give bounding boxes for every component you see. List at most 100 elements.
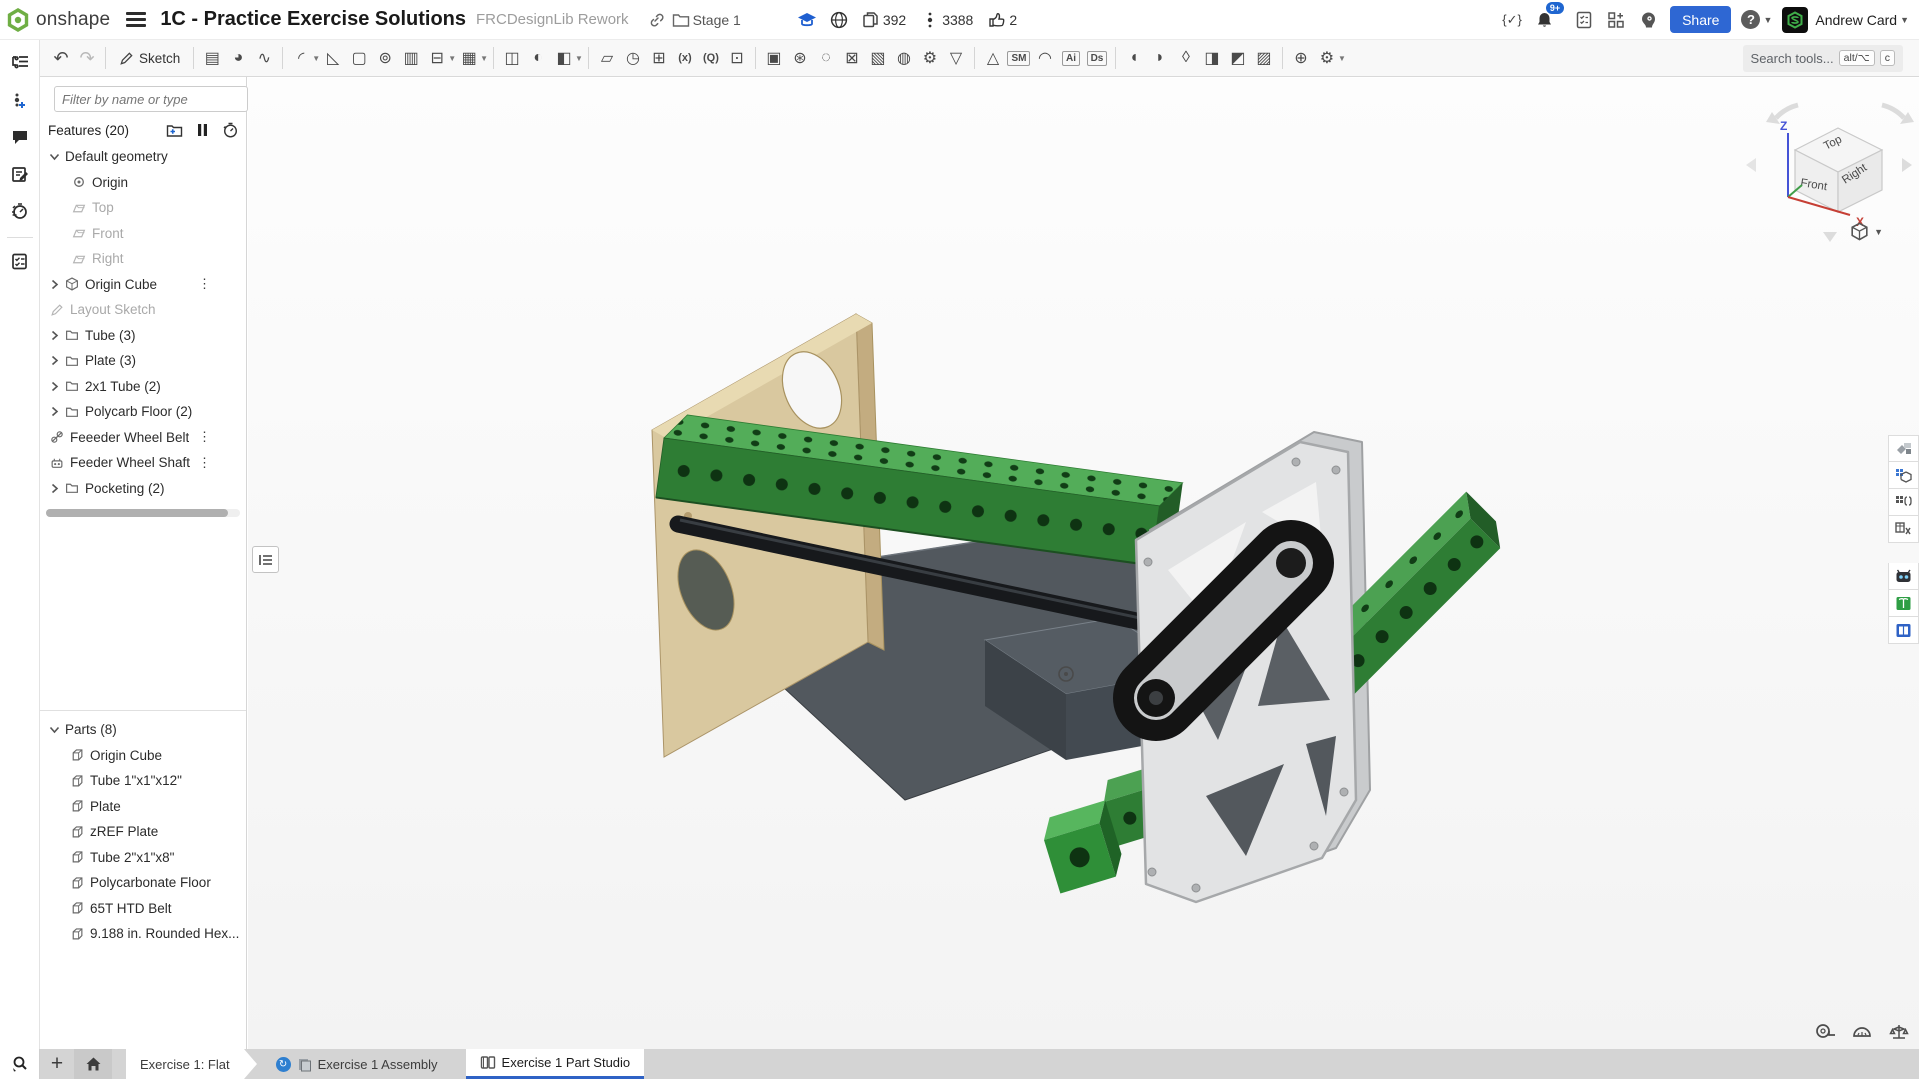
custom-library-icon[interactable]	[1888, 563, 1919, 590]
hem-icon[interactable]: ◩	[1225, 45, 1251, 71]
tab-exercise-1-flat[interactable]: Exercise 1: Flat	[126, 1049, 244, 1079]
part-row-plate[interactable]: Plate	[40, 794, 246, 820]
corner-icon[interactable]: ◗	[1147, 45, 1173, 71]
main-menu-icon[interactable]	[126, 12, 146, 27]
parts-header[interactable]: Parts (8)	[40, 717, 246, 743]
tasks-icon[interactable]	[1572, 8, 1596, 32]
fillet-icon[interactable]: ◜	[288, 45, 314, 71]
filter-input[interactable]	[54, 86, 248, 112]
search-tools[interactable]: Search tools... alt/⌥ c	[1743, 45, 1903, 72]
expand-chevron-icon[interactable]	[47, 329, 62, 342]
green-panel-icon[interactable]	[1888, 590, 1919, 617]
expand-chevron-icon[interactable]	[47, 380, 62, 393]
belt-feature-icon[interactable]: ◌	[813, 45, 839, 71]
sweep-icon[interactable]: ∿	[251, 45, 277, 71]
avatar[interactable]	[1782, 7, 1808, 33]
rollback-timer-icon[interactable]	[222, 122, 238, 138]
feature-row-layout-sketch[interactable]: Layout Sketch	[40, 297, 246, 323]
mirror-icon[interactable]: ◫	[499, 45, 525, 71]
rib-icon[interactable]: ▥	[398, 45, 424, 71]
hole-icon[interactable]: ⊚	[372, 45, 398, 71]
new-folder-icon[interactable]	[166, 123, 183, 138]
feature-row-right[interactable]: Right	[40, 246, 246, 272]
appearance-panel-icon[interactable]	[1888, 435, 1919, 462]
thumbs-up-icon[interactable]	[985, 8, 1009, 32]
sheet-metal-icon[interactable]: SM	[1006, 45, 1032, 71]
material-icon[interactable]: ▧	[865, 45, 891, 71]
features-hscrollbar[interactable]	[46, 509, 240, 517]
drawing-icon[interactable]: Ds	[1084, 45, 1110, 71]
redo-icon[interactable]: ↷	[74, 45, 100, 71]
expand-chevron-icon[interactable]	[47, 482, 62, 495]
copies-icon[interactable]	[859, 8, 883, 32]
tab-feature-icon[interactable]: ◨	[1199, 45, 1225, 71]
bend-icon[interactable]: ◖	[1121, 45, 1147, 71]
sketch-button[interactable]: Sketch	[111, 44, 188, 72]
expand-chevron-icon[interactable]	[47, 354, 62, 367]
feature-row-origin-cube[interactable]: Origin Cube⋮	[40, 272, 246, 298]
view-cube[interactable]: Top Front Right Z X	[1740, 100, 1919, 250]
suppress-pause-icon[interactable]	[197, 123, 208, 137]
view-options-button[interactable]: ▼	[1850, 222, 1883, 241]
goblet-icon[interactable]: ▽	[943, 45, 969, 71]
flange-icon[interactable]: ◠	[1032, 45, 1058, 71]
variable-icon[interactable]: (x)	[672, 45, 698, 71]
thicken-icon-chevron[interactable]: ▼	[448, 54, 456, 63]
part-row-zref-plate[interactable]: zREF Plate	[40, 819, 246, 845]
feature-row-feeeder-wheel-belt[interactable]: Feeeder Wheel Belt⋮	[40, 425, 246, 451]
features-flyout-button[interactable]	[252, 546, 279, 573]
share-button[interactable]: Share	[1670, 6, 1731, 33]
notifications-bell-icon[interactable]: 9+	[1532, 8, 1556, 32]
beaker-icon[interactable]: △	[980, 45, 1006, 71]
part-row-65t-htd-belt[interactable]: 65T HTD Belt	[40, 896, 246, 922]
helix-icon[interactable]: ◷	[620, 45, 646, 71]
rollback-handle[interactable]: ⋮	[198, 455, 211, 471]
robot-feature-icon[interactable]: ⊠	[839, 45, 865, 71]
config-table-icon[interactable]	[1888, 462, 1919, 489]
part-row-tube-1-x1-x12-[interactable]: Tube 1"x1"x12"	[40, 768, 246, 794]
checklist-icon[interactable]	[5, 246, 35, 276]
feature-row-plate-3-[interactable]: Plate (3)	[40, 348, 246, 374]
part-row-origin-cube[interactable]: Origin Cube	[40, 743, 246, 769]
revolve-icon[interactable]: ◕	[225, 45, 251, 71]
configurations-icon[interactable]	[5, 85, 35, 115]
rollback-handle[interactable]: ⋮	[198, 429, 211, 445]
feature-row-front[interactable]: Front	[40, 221, 246, 247]
feature-row-2x1-tube-2-[interactable]: 2x1 Tube (2)	[40, 374, 246, 400]
rollback-handle[interactable]: ⋮	[198, 276, 211, 292]
select-icon[interactable]: ▨	[1251, 45, 1277, 71]
learning-icon[interactable]	[795, 8, 819, 32]
fillet-icon-chevron[interactable]: ▼	[312, 54, 320, 63]
tape-measure-icon[interactable]	[1813, 1019, 1837, 1043]
tab-exercise-1-assembly[interactable]: ↻Exercise 1 Assembly	[262, 1049, 452, 1079]
feature-row-polycarb-floor-2-[interactable]: Polycarb Floor (2)	[40, 399, 246, 425]
model-3d-view[interactable]	[247, 77, 1919, 1049]
help-caret-icon[interactable]: ▼	[1763, 15, 1772, 25]
mass-properties-icon[interactable]	[1887, 1019, 1911, 1043]
link-icon[interactable]	[645, 8, 669, 32]
undo-icon[interactable]: ↶	[48, 45, 74, 71]
custom-feature-icon[interactable]: ⊛	[787, 45, 813, 71]
blue-panel-icon[interactable]	[1888, 617, 1919, 644]
expand-chevron-icon[interactable]	[47, 405, 62, 418]
tube-feature-icon[interactable]: ◍	[891, 45, 917, 71]
workspace-name[interactable]: Stage 1	[693, 12, 741, 28]
notes-icon[interactable]	[5, 159, 35, 189]
feature-row-default-geometry[interactable]: Default geometry	[40, 144, 246, 170]
boolean-icon[interactable]: ◐	[525, 45, 551, 71]
expand-chevron-icon[interactable]	[47, 278, 62, 291]
split-icon-chevron[interactable]: ▼	[575, 54, 583, 63]
feature-row-feeder-wheel-shaft[interactable]: Feeder Wheel Shaft⋮	[40, 450, 246, 476]
extrude-icon[interactable]: ▤	[199, 45, 225, 71]
help-icon[interactable]: ?	[1741, 10, 1760, 29]
feature-row-origin[interactable]: Origin	[40, 170, 246, 196]
flatten-icon[interactable]: ◊	[1173, 45, 1199, 71]
plane-icon[interactable]: ▱	[594, 45, 620, 71]
pattern-icon[interactable]: ▦	[456, 45, 482, 71]
feature-row-tube-3-[interactable]: Tube (3)	[40, 323, 246, 349]
insert-assembly-icon-chevron[interactable]: ▼	[1338, 54, 1346, 63]
split-icon[interactable]: ◧	[551, 45, 577, 71]
followers-icon[interactable]	[918, 8, 942, 32]
ai-assistant-icon[interactable]	[1636, 8, 1660, 32]
config-inputs-icon[interactable]	[1888, 489, 1919, 516]
